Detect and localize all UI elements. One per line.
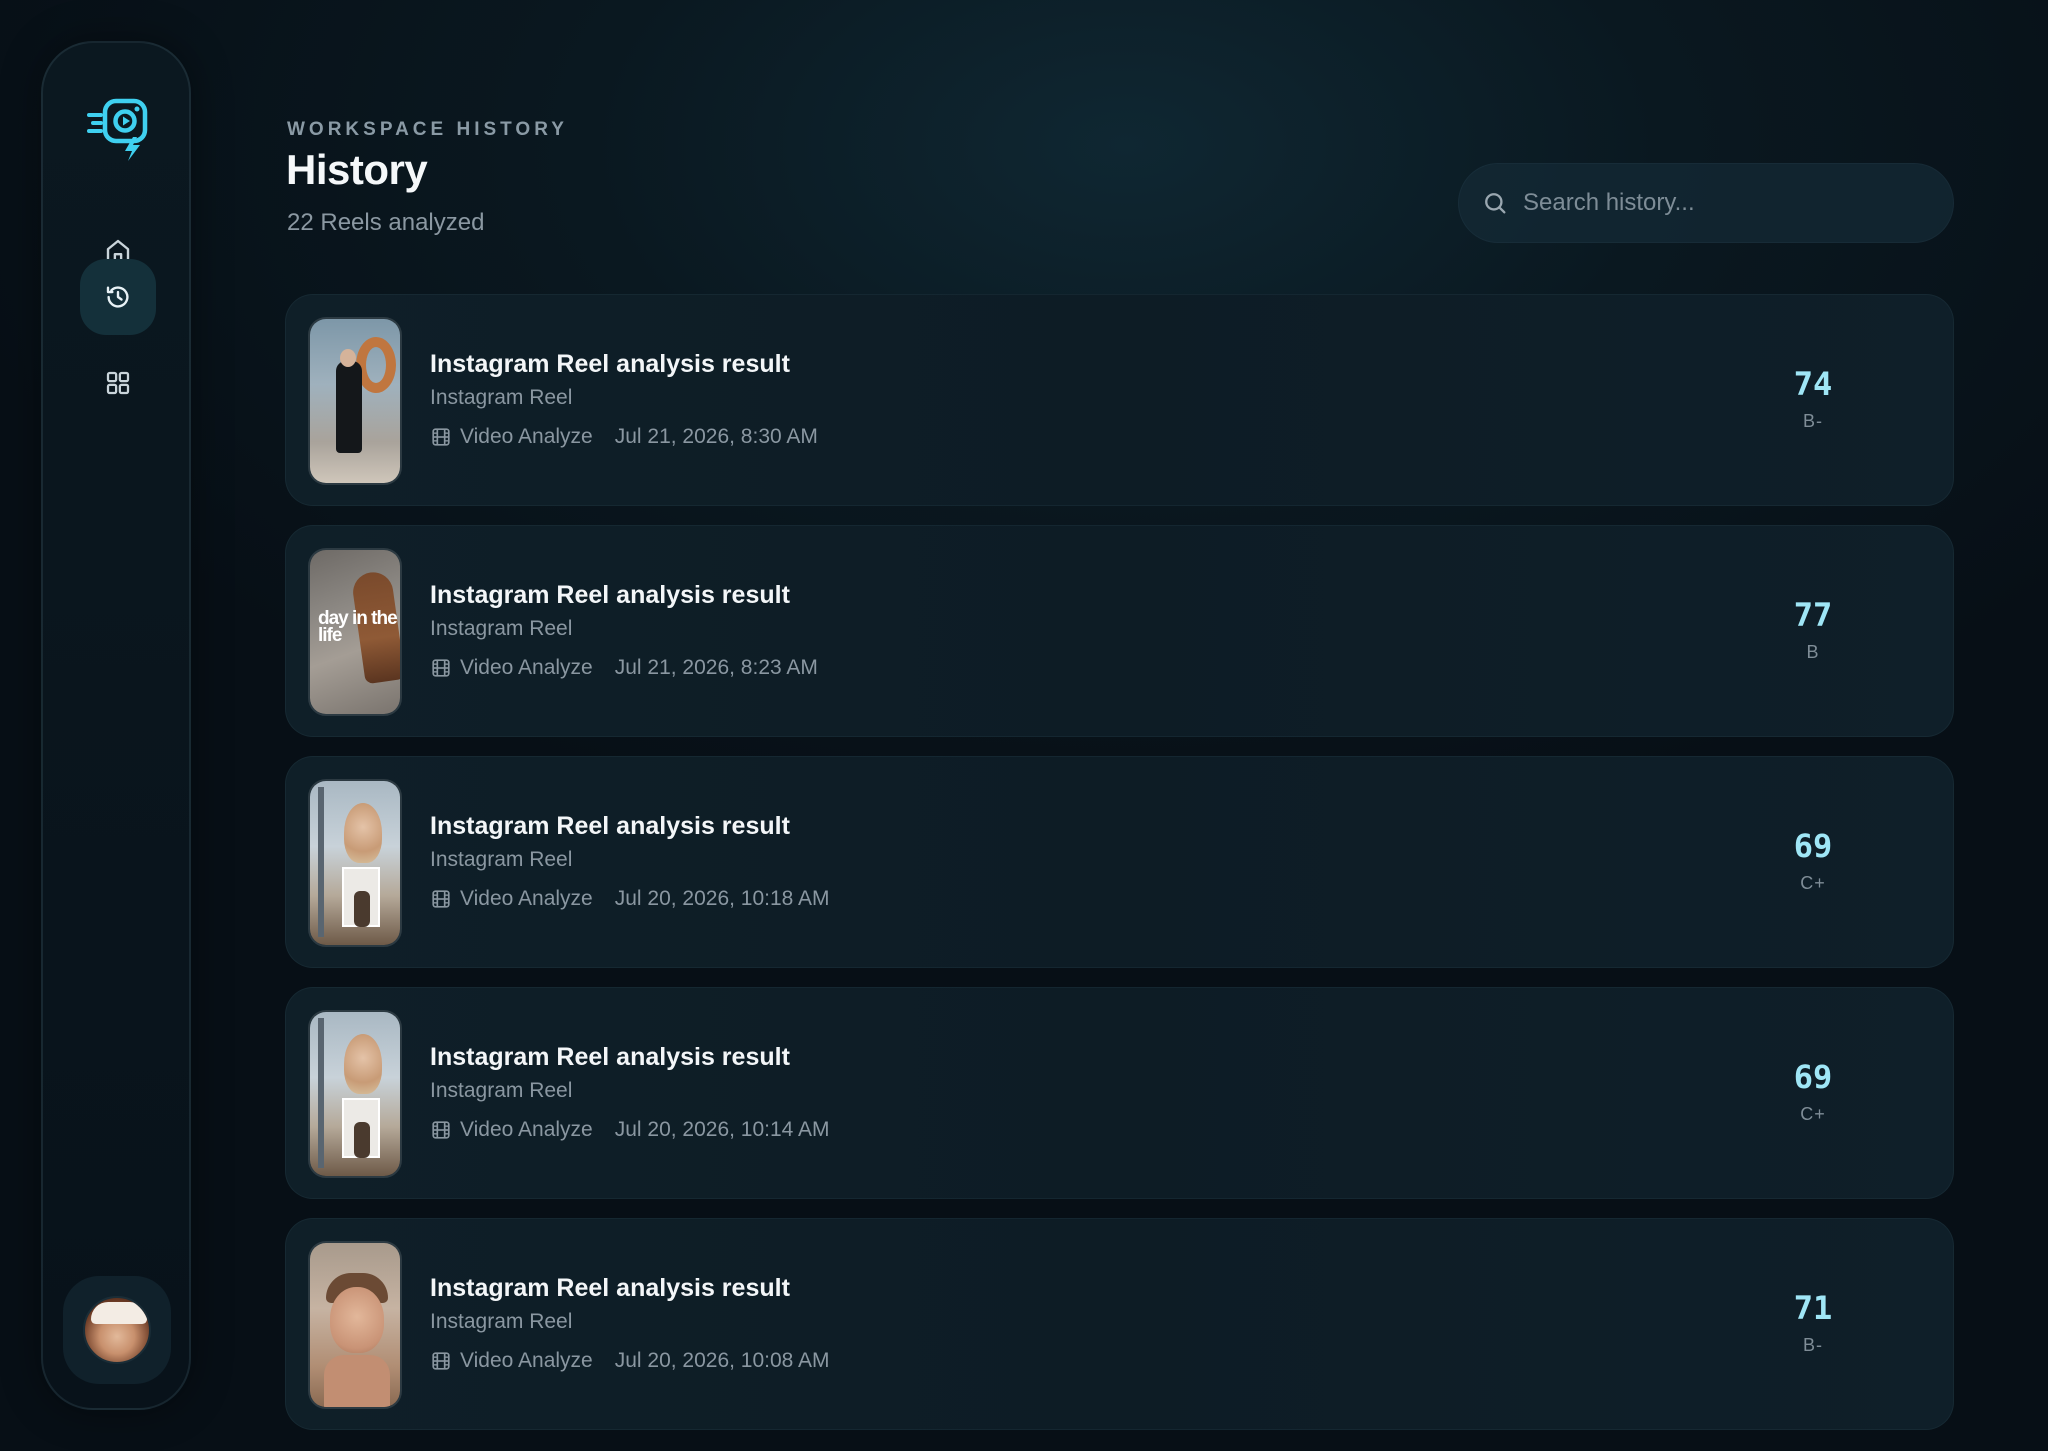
history-list: Instagram Reel analysis result Instagram… [285, 294, 1954, 1449]
score-grade: C+ [1800, 873, 1826, 893]
score-grade: B [1806, 642, 1820, 662]
page-eyebrow: WORKSPACE HISTORY [287, 119, 568, 140]
score-value: 71 [1793, 1289, 1833, 1327]
history-item[interactable]: Instagram Reel analysis result Instagram… [285, 1218, 1954, 1430]
entry-title: Instagram Reel analysis result [430, 581, 790, 609]
entry-score: 69 C+ [1773, 1058, 1853, 1125]
reel-thumbnail[interactable] [308, 1241, 402, 1409]
page-subtitle: 22 Reels analyzed [287, 209, 485, 236]
entry-score: 69 C+ [1773, 827, 1853, 894]
entry-score: 74 B- [1773, 365, 1853, 432]
app-logo-icon[interactable] [87, 95, 153, 161]
entry-date: Jul 20, 2026, 10:08 AM [614, 1349, 830, 1372]
avatar [83, 1296, 151, 1364]
search-icon [1485, 193, 1506, 214]
entry-mode: Video Analyze [460, 1118, 593, 1141]
entry-source: Instagram Reel [430, 1079, 573, 1102]
entry-meta: Video Analyze Jul 21, 2026, 8:30 AM [430, 425, 818, 449]
score-grade: B- [1803, 1335, 1823, 1355]
history-item[interactable]: Instagram Reel analysis result Instagram… [285, 294, 1954, 506]
grid-icon [106, 371, 130, 395]
app-root: WORKSPACE HISTORY History 22 Reels analy… [0, 0, 2048, 1451]
entry-title: Instagram Reel analysis result [430, 1043, 790, 1071]
entry-date: Jul 20, 2026, 10:18 AM [614, 887, 830, 910]
reel-thumbnail[interactable] [308, 779, 402, 947]
history-item[interactable]: day in the life Instagram Reel analysis … [285, 525, 1954, 737]
score-value: 69 [1793, 827, 1833, 865]
entry-mode: Video Analyze [460, 425, 593, 448]
sidebar [41, 41, 191, 1410]
entry-mode: Video Analyze [460, 656, 593, 679]
film-icon [432, 659, 450, 677]
search-input[interactable] [1523, 189, 1923, 217]
entry-mode: Video Analyze [460, 887, 593, 910]
entry-date: Jul 20, 2026, 10:14 AM [614, 1118, 830, 1141]
page-title: History [286, 146, 428, 193]
history-item[interactable]: Instagram Reel analysis result Instagram… [285, 756, 1954, 968]
entry-mode: Video Analyze [460, 1349, 593, 1372]
entry-score: 77 B [1773, 596, 1853, 663]
score-grade: B- [1803, 411, 1823, 431]
entry-source: Instagram Reel [430, 617, 573, 640]
user-avatar-button[interactable] [63, 1276, 171, 1384]
film-icon [432, 1352, 450, 1370]
sidebar-item-dashboard[interactable] [80, 345, 156, 421]
film-icon [432, 890, 450, 908]
entry-title: Instagram Reel analysis result [430, 1274, 790, 1302]
history-icon [106, 286, 129, 308]
thumbnail-overlay-text: day in the life [318, 608, 398, 646]
reel-thumbnail[interactable]: day in the life [308, 548, 402, 716]
entry-meta: Video Analyze Jul 20, 2026, 10:18 AM [430, 887, 830, 911]
entry-date: Jul 21, 2026, 8:23 AM [614, 656, 818, 679]
reel-thumbnail[interactable] [308, 1010, 402, 1178]
entry-meta: Video Analyze Jul 21, 2026, 8:23 AM [430, 656, 818, 680]
score-value: 77 [1793, 596, 1833, 634]
score-grade: C+ [1800, 1104, 1826, 1124]
entry-source: Instagram Reel [430, 386, 573, 409]
score-value: 74 [1793, 365, 1833, 403]
sidebar-item-history[interactable] [80, 259, 156, 335]
reel-thumbnail[interactable] [308, 317, 402, 485]
entry-title: Instagram Reel analysis result [430, 350, 790, 378]
film-icon [432, 1121, 450, 1139]
entry-title: Instagram Reel analysis result [430, 812, 790, 840]
film-icon [432, 428, 450, 446]
entry-source: Instagram Reel [430, 848, 573, 871]
entry-score: 71 B- [1773, 1289, 1853, 1356]
search-bar[interactable] [1458, 163, 1954, 243]
history-item[interactable]: Instagram Reel analysis result Instagram… [285, 987, 1954, 1199]
entry-date: Jul 21, 2026, 8:30 AM [614, 425, 818, 448]
entry-meta: Video Analyze Jul 20, 2026, 10:08 AM [430, 1349, 830, 1373]
entry-source: Instagram Reel [430, 1310, 573, 1333]
entry-meta: Video Analyze Jul 20, 2026, 10:14 AM [430, 1118, 830, 1142]
score-value: 69 [1793, 1058, 1833, 1096]
